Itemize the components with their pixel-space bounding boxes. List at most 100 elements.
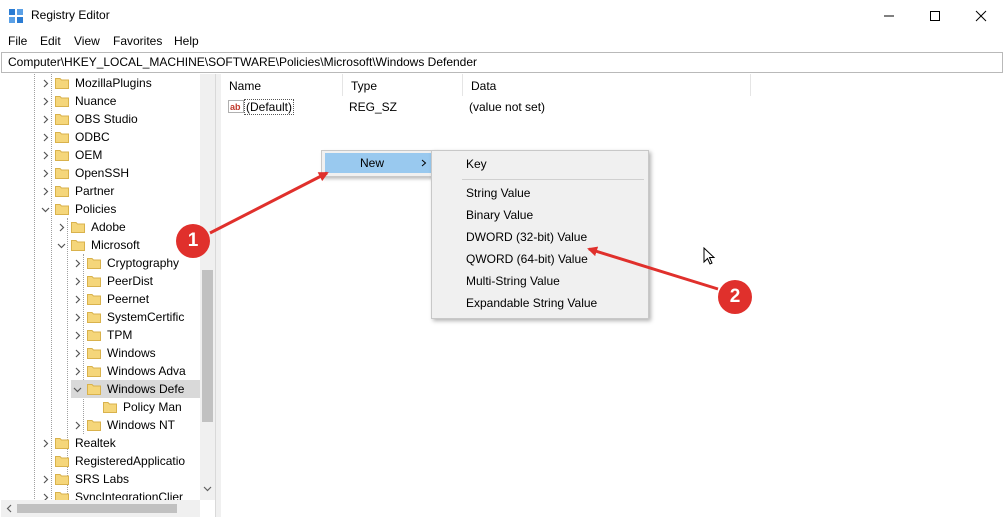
tree-item[interactable]: Policies (39, 200, 200, 218)
tree-item[interactable]: OBS Studio (39, 110, 200, 128)
tree-item[interactable]: Nuance (39, 92, 200, 110)
expand-chevron-icon[interactable] (39, 146, 51, 164)
submenu-item-qword-value[interactable]: QWORD (64-bit) Value (466, 252, 588, 266)
tree-item[interactable]: TPM (71, 326, 200, 344)
submenu-item-binary-value[interactable]: Binary Value (466, 208, 533, 222)
column-header-name[interactable]: Name (221, 74, 343, 96)
tree-item-label: PeerDist (107, 274, 154, 288)
expand-chevron-icon[interactable] (71, 272, 83, 290)
expand-chevron-icon[interactable] (71, 254, 83, 272)
mouse-cursor-icon (703, 247, 716, 265)
maximize-button[interactable] (912, 0, 958, 31)
scroll-left-icon[interactable] (5, 504, 14, 513)
annotation-badge-1-label: 1 (187, 230, 199, 251)
expand-chevron-icon[interactable] (39, 182, 51, 200)
menu-favorites[interactable]: Favorites (113, 34, 162, 48)
minimize-button[interactable] (866, 0, 912, 31)
expand-chevron-icon[interactable] (71, 344, 83, 362)
column-header-data[interactable]: Data (463, 74, 751, 96)
expand-chevron-icon[interactable] (71, 326, 83, 344)
tree-item[interactable]: RegisteredApplicatio (39, 452, 200, 470)
tree-item-label: MozillaPlugins (75, 76, 152, 90)
folder-icon (87, 418, 101, 431)
tree-item[interactable]: PeerDist (71, 272, 200, 290)
expand-chevron-icon[interactable] (39, 128, 51, 146)
tree-item[interactable]: ODBC (39, 128, 200, 146)
expand-chevron-icon[interactable] (39, 74, 51, 92)
tree-item-label: Policy Man (123, 400, 182, 414)
tree-item-label: Cryptography (107, 256, 180, 270)
address-bar[interactable]: Computer\HKEY_LOCAL_MACHINE\SOFTWARE\Pol… (1, 52, 1003, 73)
column-header-type[interactable]: Type (343, 74, 463, 96)
tree-item[interactable]: OEM (39, 146, 200, 164)
tree-item[interactable]: SystemCertific (71, 308, 200, 326)
folder-icon (55, 472, 69, 485)
menu-view[interactable]: View (74, 34, 100, 48)
window-title: Registry Editor (31, 8, 110, 22)
expand-chevron-icon[interactable] (39, 92, 51, 110)
expand-chevron-icon[interactable] (71, 308, 83, 326)
submenu-item-string-value[interactable]: String Value (466, 186, 530, 200)
folder-icon (87, 274, 101, 287)
tree-item[interactable]: OpenSSH (39, 164, 200, 182)
folder-icon (55, 148, 69, 161)
collapse-chevron-icon[interactable] (55, 236, 67, 254)
folder-icon (55, 184, 69, 197)
menu-file[interactable]: File (8, 34, 27, 48)
table-row[interactable]: ab (Default) REG_SZ (value not set) (221, 98, 741, 116)
menu-bar: File Edit View Favorites Help (0, 31, 1004, 51)
tree-vertical-scrollbar[interactable] (200, 74, 215, 500)
tree-item-label: ODBC (75, 130, 110, 144)
collapse-chevron-icon[interactable] (39, 200, 51, 218)
tree-horizontal-scrollbar[interactable] (1, 500, 200, 517)
expand-chevron-icon[interactable] (71, 362, 83, 380)
folder-icon (55, 94, 69, 107)
folder-icon (87, 382, 101, 395)
tree-hscroll-thumb[interactable] (17, 504, 177, 513)
submenu-item-expandable-string-value[interactable]: Expandable String Value (466, 296, 597, 310)
expand-chevron-icon[interactable] (39, 110, 51, 128)
tree-item[interactable]: Windows Defe (71, 380, 200, 398)
expand-chevron-icon[interactable] (39, 470, 51, 488)
tree-item[interactable]: Windows Adva (71, 362, 200, 380)
menu-edit[interactable]: Edit (40, 34, 61, 48)
tree-item[interactable]: SRS Labs (39, 470, 200, 488)
tree-item-label: Nuance (75, 94, 117, 108)
svg-text:ab: ab (230, 102, 241, 112)
scroll-down-icon[interactable] (203, 484, 212, 493)
minimize-icon (884, 15, 894, 16)
tree-item-label: Partner (75, 184, 115, 198)
folder-icon (55, 112, 69, 125)
tree-item[interactable]: MozillaPlugins (39, 74, 200, 92)
submenu-item-dword-value[interactable]: DWORD (32-bit) Value (466, 230, 587, 244)
menu-help[interactable]: Help (174, 34, 199, 48)
tree-item[interactable]: Peernet (71, 290, 200, 308)
collapse-chevron-icon[interactable] (71, 380, 83, 398)
value-type: REG_SZ (349, 100, 398, 114)
tree-item-label: Peernet (107, 292, 150, 306)
menu-item-new[interactable]: New (325, 153, 431, 173)
tree-item[interactable]: Windows NT (71, 416, 200, 434)
expand-chevron-icon[interactable] (71, 416, 83, 434)
tree-item[interactable]: Realtek (39, 434, 200, 452)
expand-chevron-icon[interactable] (39, 434, 51, 452)
tree-item[interactable]: Policy Man (87, 398, 200, 416)
submenu-item-key[interactable]: Key (466, 157, 487, 171)
expand-chevron-icon[interactable] (55, 218, 67, 236)
tree-scroll-thumb[interactable] (202, 270, 213, 422)
tree-item[interactable]: Partner (39, 182, 200, 200)
address-path: Computer\HKEY_LOCAL_MACHINE\SOFTWARE\Pol… (8, 55, 478, 69)
folder-icon (87, 256, 101, 269)
expand-chevron-icon[interactable] (39, 164, 51, 182)
folder-icon (87, 328, 101, 341)
value-name: (Default) (244, 99, 295, 115)
close-button[interactable] (958, 0, 1004, 31)
tree-item-label: TPM (107, 328, 133, 342)
tree-item-label: Windows Defe (107, 382, 185, 396)
expand-chevron-icon[interactable] (71, 290, 83, 308)
submenu-item-multi-string-value[interactable]: Multi-String Value (466, 274, 560, 288)
registry-editor-icon (9, 9, 23, 23)
tree-item-label: RegisteredApplicatio (75, 454, 186, 468)
tree-item[interactable]: Windows (71, 344, 200, 362)
folder-icon (87, 292, 101, 305)
